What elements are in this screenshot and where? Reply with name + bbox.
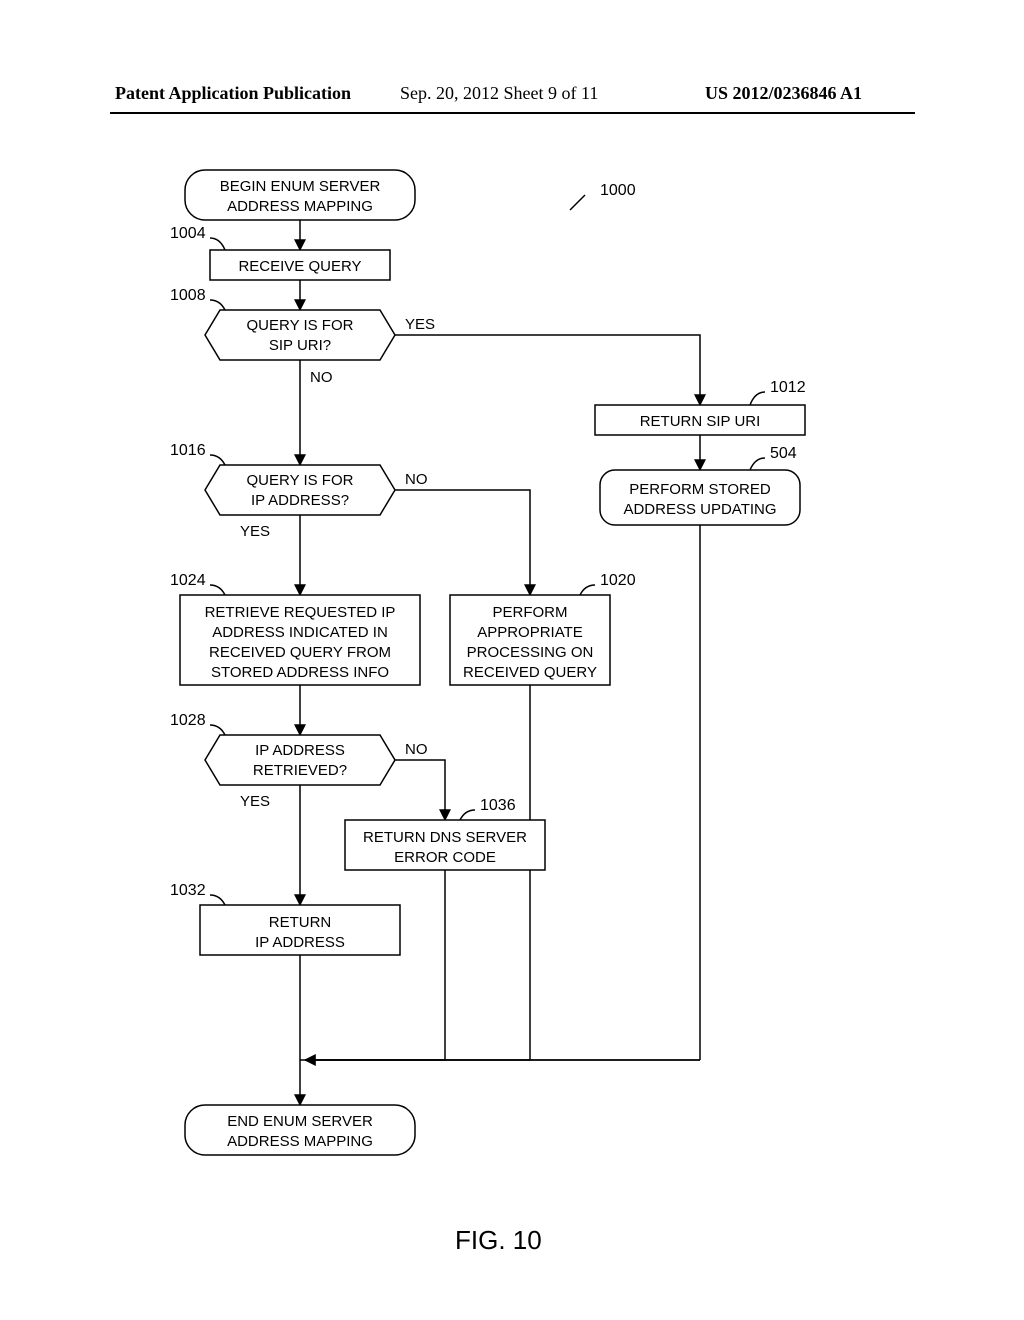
ref-1004: 1004	[170, 225, 206, 242]
d1016-l2: IP ADDRESS?	[251, 492, 349, 509]
b1036-l1: RETURN DNS SERVER	[363, 829, 527, 846]
b1020-l3: PROCESSING ON	[467, 644, 594, 661]
ref-1008: 1008	[170, 287, 206, 304]
ref-1020: 1020	[600, 572, 636, 589]
b1032-l2: IP ADDRESS	[255, 934, 345, 951]
d1028-yes: YES	[240, 793, 270, 810]
ref-1028: 1028	[170, 712, 206, 729]
ref-1024: 1024	[170, 572, 206, 589]
b1032-l1: RETURN	[269, 914, 332, 931]
header-rule	[110, 112, 915, 114]
d1028-l1: IP ADDRESS	[255, 742, 345, 759]
d1028-l2: RETRIEVED?	[253, 762, 347, 779]
ref-1016: 1016	[170, 442, 206, 459]
d1008-l1: QUERY IS FOR	[247, 317, 354, 334]
end-text-l2: ADDRESS MAPPING	[227, 1133, 373, 1150]
ref-1012: 1012	[770, 379, 806, 396]
ref-1036: 1036	[480, 797, 516, 814]
b504-l1: PERFORM STORED	[629, 481, 771, 498]
b1024-l4: STORED ADDRESS INFO	[211, 664, 389, 681]
header-mid: Sep. 20, 2012 Sheet 9 of 11	[400, 83, 598, 104]
start-text-l1: BEGIN ENUM SERVER	[220, 178, 381, 195]
page: Patent Application Publication Sep. 20, …	[0, 0, 1024, 1320]
ref-504: 504	[770, 445, 797, 462]
d1016-l1: QUERY IS FOR	[247, 472, 354, 489]
ref-1032: 1032	[170, 882, 206, 899]
b1024-l3: RECEIVED QUERY FROM	[209, 644, 391, 661]
header-left: Patent Application Publication	[115, 83, 351, 104]
b1036-l2: ERROR CODE	[394, 849, 496, 866]
d1008-l2: SIP URI?	[269, 337, 331, 354]
figure-caption: FIG. 10	[455, 1225, 542, 1256]
page-header: Patent Application Publication Sep. 20, …	[0, 83, 1024, 113]
d1016-no: NO	[405, 471, 428, 488]
b1020-l4: RECEIVED QUERY	[463, 664, 597, 681]
ref-1000: 1000	[600, 182, 636, 199]
b1012-text: RETURN SIP URI	[640, 413, 761, 430]
start-text-l2: ADDRESS MAPPING	[227, 198, 373, 215]
b1004-text: RECEIVE QUERY	[238, 258, 361, 275]
d1028-no: NO	[405, 741, 428, 758]
b1024-l2: ADDRESS INDICATED IN	[212, 624, 388, 641]
end-text-l1: END ENUM SERVER	[227, 1113, 373, 1130]
d1008-no: NO	[310, 369, 333, 386]
b1020-l2: APPROPRIATE	[477, 624, 583, 641]
d1008-yes: YES	[405, 316, 435, 333]
flowchart: BEGIN ENUM SERVER ADDRESS MAPPING 1000 R…	[110, 160, 920, 1210]
d1016-yes: YES	[240, 523, 270, 540]
header-right: US 2012/0236846 A1	[705, 83, 862, 104]
b1024-l1: RETRIEVE REQUESTED IP	[205, 604, 396, 621]
b1020-l1: PERFORM	[493, 604, 568, 621]
b504-l2: ADDRESS UPDATING	[623, 501, 776, 518]
